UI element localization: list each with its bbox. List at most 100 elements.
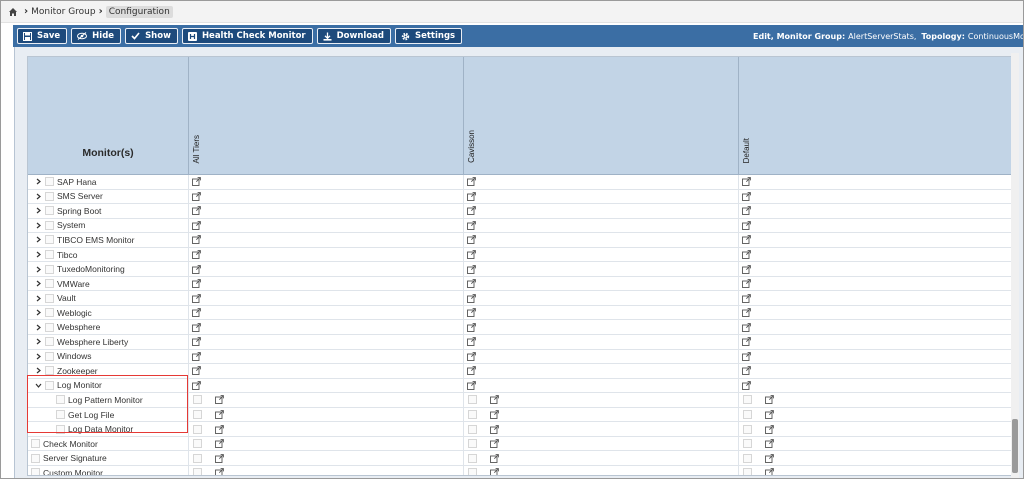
breadcrumb-monitor-group[interactable]: Monitor Group: [31, 7, 95, 17]
external-link-icon[interactable]: [192, 235, 201, 245]
monitor-checkbox[interactable]: [45, 293, 54, 303]
external-link-icon[interactable]: [192, 366, 201, 376]
external-link-icon[interactable]: [192, 279, 201, 289]
chevron-right-icon[interactable]: [34, 352, 42, 360]
external-link-icon[interactable]: [192, 322, 201, 332]
external-link-icon[interactable]: [490, 453, 499, 463]
download-button[interactable]: Download: [316, 28, 391, 44]
tier-column-header-default[interactable]: Default: [739, 57, 1015, 175]
external-link-icon[interactable]: [467, 351, 476, 361]
tier-column-header-all-tiers[interactable]: All Tiers: [189, 57, 464, 175]
external-link-icon[interactable]: [215, 395, 224, 405]
external-link-icon[interactable]: [742, 322, 751, 332]
monitor-checkbox[interactable]: [45, 220, 54, 230]
external-link-icon[interactable]: [742, 366, 751, 376]
chevron-right-icon[interactable]: [34, 192, 42, 200]
chevron-right-icon[interactable]: [34, 280, 42, 288]
monitor-checkbox[interactable]: [45, 366, 54, 376]
external-link-icon[interactable]: [765, 424, 774, 434]
monitor-checkbox[interactable]: [45, 177, 54, 187]
external-link-icon[interactable]: [467, 381, 476, 390]
external-link-icon[interactable]: [742, 221, 751, 230]
external-link-icon[interactable]: [742, 337, 751, 347]
tier-checkbox[interactable]: [468, 424, 477, 434]
external-link-icon[interactable]: [192, 337, 201, 347]
tier-checkbox[interactable]: [743, 395, 752, 405]
monitor-checkbox[interactable]: [31, 439, 40, 449]
tier-checkbox[interactable]: [743, 453, 752, 463]
monitor-checkbox[interactable]: [45, 380, 54, 390]
tier-checkbox[interactable]: [193, 395, 202, 405]
external-link-icon[interactable]: [742, 206, 751, 216]
external-link-icon[interactable]: [742, 279, 751, 289]
monitor-checkbox[interactable]: [45, 351, 54, 361]
external-link-icon[interactable]: [490, 424, 499, 434]
external-link-icon[interactable]: [490, 439, 499, 449]
external-link-icon[interactable]: [215, 453, 224, 463]
external-link-icon[interactable]: [490, 468, 499, 475]
save-button[interactable]: Save: [17, 28, 68, 44]
home-icon[interactable]: [8, 7, 18, 17]
chevron-right-icon[interactable]: [34, 323, 42, 331]
tier-checkbox[interactable]: [743, 439, 752, 449]
monitor-checkbox[interactable]: [45, 191, 54, 201]
tier-checkbox[interactable]: [193, 453, 202, 463]
tier-checkbox[interactable]: [743, 424, 752, 434]
chevron-right-icon[interactable]: [34, 178, 42, 186]
chevron-right-icon[interactable]: [34, 207, 42, 215]
external-link-icon[interactable]: [467, 293, 476, 303]
external-link-icon[interactable]: [215, 410, 224, 419]
external-link-icon[interactable]: [490, 410, 499, 419]
tier-checkbox[interactable]: [468, 395, 477, 405]
tier-column-header-cavisson[interactable]: Cavisson: [464, 57, 739, 175]
external-link-icon[interactable]: [192, 221, 201, 230]
external-link-icon[interactable]: [467, 206, 476, 216]
external-link-icon[interactable]: [192, 293, 201, 303]
chevron-right-icon[interactable]: [34, 236, 42, 244]
external-link-icon[interactable]: [467, 279, 476, 289]
tier-checkbox[interactable]: [193, 410, 202, 420]
external-link-icon[interactable]: [765, 468, 774, 475]
external-link-icon[interactable]: [192, 250, 201, 259]
external-link-icon[interactable]: [192, 308, 201, 318]
external-link-icon[interactable]: [765, 410, 774, 419]
external-link-icon[interactable]: [467, 221, 476, 230]
monitor-checkbox[interactable]: [45, 250, 54, 259]
chevron-right-icon[interactable]: [34, 221, 42, 229]
monitor-checkbox[interactable]: [45, 308, 54, 318]
external-link-icon[interactable]: [192, 191, 201, 201]
external-link-icon[interactable]: [192, 206, 201, 216]
chevron-right-icon[interactable]: [34, 251, 42, 259]
tier-checkbox[interactable]: [743, 410, 752, 420]
external-link-icon[interactable]: [490, 395, 499, 405]
external-link-icon[interactable]: [742, 191, 751, 201]
external-link-icon[interactable]: [467, 308, 476, 318]
external-link-icon[interactable]: [742, 264, 751, 274]
external-link-icon[interactable]: [192, 177, 201, 187]
external-link-icon[interactable]: [215, 468, 224, 475]
hide-button[interactable]: Hide: [71, 28, 122, 44]
chevron-right-icon[interactable]: [34, 338, 42, 346]
chevron-right-icon[interactable]: [34, 265, 42, 273]
monitor-checkbox[interactable]: [56, 424, 65, 434]
external-link-icon[interactable]: [742, 351, 751, 361]
tier-checkbox[interactable]: [468, 453, 477, 463]
tier-checkbox[interactable]: [193, 439, 202, 449]
scrollbar-thumb[interactable]: [1012, 419, 1018, 473]
monitor-checkbox[interactable]: [45, 322, 54, 332]
external-link-icon[interactable]: [192, 264, 201, 274]
external-link-icon[interactable]: [467, 250, 476, 259]
tier-checkbox[interactable]: [468, 410, 477, 420]
monitor-checkbox[interactable]: [45, 235, 54, 245]
vertical-scrollbar[interactable]: [1011, 53, 1019, 478]
monitor-checkbox[interactable]: [45, 264, 54, 274]
monitor-checkbox[interactable]: [45, 279, 54, 289]
external-link-icon[interactable]: [467, 177, 476, 187]
external-link-icon[interactable]: [742, 177, 751, 187]
external-link-icon[interactable]: [742, 381, 751, 390]
show-button[interactable]: Show: [125, 28, 178, 44]
health-check-monitor-button[interactable]: Health Check Monitor: [181, 28, 313, 44]
external-link-icon[interactable]: [215, 439, 224, 449]
external-link-icon[interactable]: [192, 381, 201, 390]
monitor-checkbox[interactable]: [45, 206, 54, 216]
